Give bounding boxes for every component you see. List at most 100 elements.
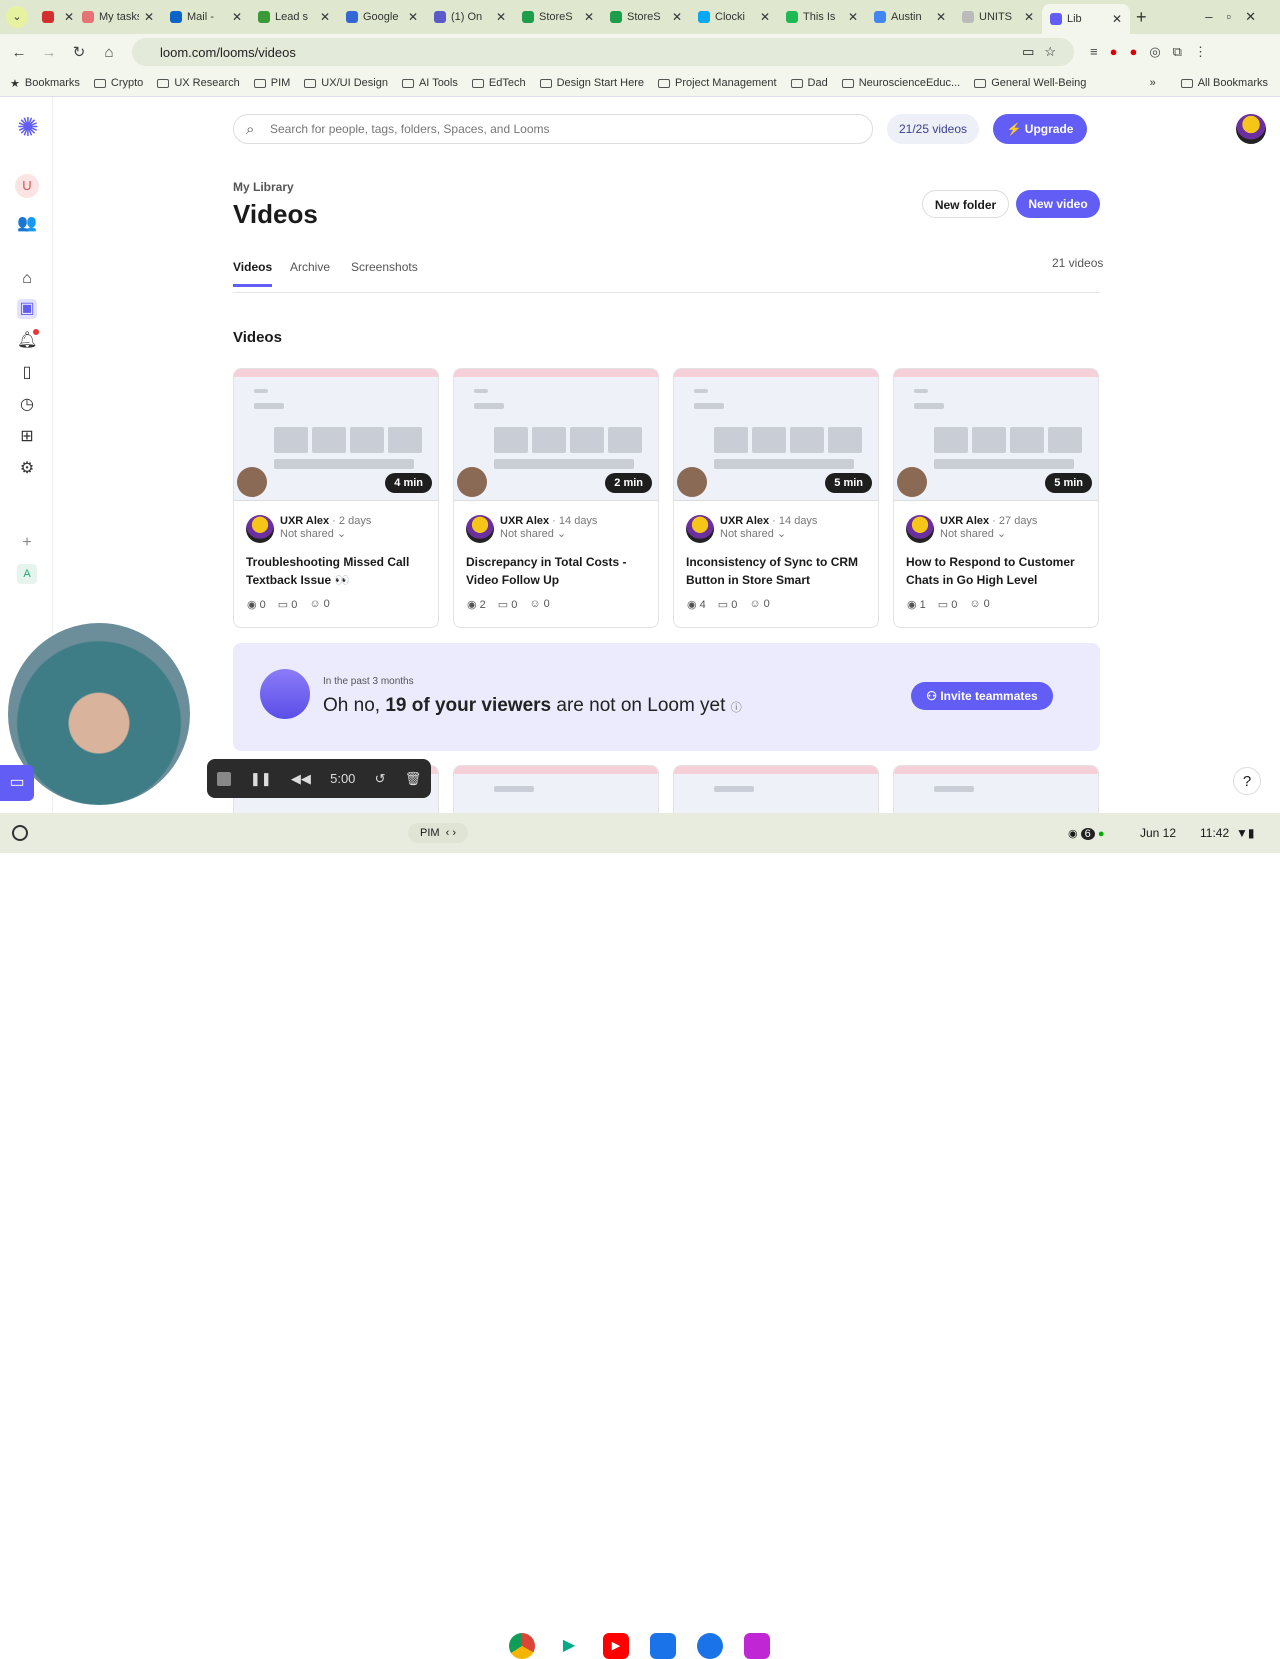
- bookmark-item[interactable]: ★ Bookmarks: [10, 77, 80, 90]
- browser-tab[interactable]: This Is ✕: [778, 4, 866, 30]
- workspace-avatar[interactable]: U: [15, 174, 39, 198]
- add-space-icon[interactable]: +: [17, 533, 37, 553]
- clock[interactable]: 11:42: [1200, 826, 1229, 840]
- video-title[interactable]: Inconsistency of Sync to CRM Button in S…: [686, 553, 871, 589]
- launcher-icon[interactable]: [12, 825, 28, 841]
- browser-tab[interactable]: Lib ✕: [1042, 4, 1130, 34]
- back-icon[interactable]: ←: [4, 44, 34, 61]
- loom-logo-icon[interactable]: ✺: [17, 114, 39, 140]
- close-tab-icon[interactable]: ✕: [232, 10, 242, 24]
- close-tab-icon[interactable]: ✕: [936, 10, 946, 24]
- wifi-battery-icon[interactable]: ▼▮: [1236, 826, 1254, 840]
- status-tray[interactable]: ◉ 6 ●: [1068, 827, 1105, 840]
- rewind-icon[interactable]: ◀◀: [291, 771, 311, 787]
- desk-switcher[interactable]: PIM ‹ ›: [408, 823, 469, 843]
- pause-icon[interactable]: ❚❚: [250, 771, 272, 787]
- camera-toggle-icon[interactable]: ▭: [0, 765, 34, 801]
- close-tab-icon[interactable]: ✕: [760, 10, 770, 24]
- breadcrumb[interactable]: My Library: [233, 180, 294, 194]
- messages-icon[interactable]: [697, 1633, 723, 1659]
- tab-search-button[interactable]: ⌄: [6, 6, 28, 28]
- new-video-button[interactable]: New video: [1016, 190, 1100, 218]
- youtube-icon[interactable]: ▶: [603, 1633, 629, 1659]
- video-thumbnail[interactable]: 5 min: [894, 369, 1098, 501]
- video-card[interactable]: 5 min UXR Alex · 27 days Not shared ⌄ How…: [893, 368, 1099, 628]
- video-thumbnail[interactable]: 5 min: [674, 369, 878, 501]
- gift-icon[interactable]: ⊞: [17, 427, 37, 447]
- close-tab-icon[interactable]: ✕: [848, 10, 858, 24]
- new-tab-button[interactable]: +: [1136, 7, 1147, 28]
- invite-teammates-button[interactable]: ⚇ Invite teammates: [911, 682, 1053, 710]
- video-thumbnail[interactable]: 2 min: [454, 369, 658, 501]
- app-icon[interactable]: [744, 1633, 770, 1659]
- browser-tab[interactable]: My tasks ✕: [74, 4, 162, 30]
- video-title[interactable]: Troubleshooting Missed Call Textback Iss…: [246, 553, 431, 589]
- bookmark-item[interactable]: General Well-Being: [974, 77, 1086, 89]
- bookmark-icon[interactable]: ▯: [17, 363, 37, 383]
- upgrade-button[interactable]: ⚡ Upgrade: [993, 114, 1087, 144]
- tab-screenshots[interactable]: Screenshots: [351, 260, 418, 284]
- video-quota-badge[interactable]: 21/25 videos: [887, 114, 979, 144]
- members-icon[interactable]: 👥: [17, 214, 37, 234]
- info-icon[interactable]: ⓘ: [731, 702, 742, 714]
- date[interactable]: Jun 12: [1140, 826, 1176, 840]
- library-icon[interactable]: ▣: [17, 299, 37, 319]
- bookmark-item[interactable]: AI Tools: [401, 77, 458, 89]
- forward-icon[interactable]: →: [34, 44, 64, 61]
- bookmark-item[interactable]: Design Start Here: [539, 77, 644, 89]
- notifications-icon[interactable]: 🔔︎: [17, 329, 39, 351]
- browser-tab[interactable]: StoreS ✕: [514, 4, 602, 30]
- sharing-dropdown[interactable]: Not shared ⌄: [500, 528, 566, 540]
- browser-tab[interactable]: Clocki ✕: [690, 4, 778, 30]
- delete-icon[interactable]: 🗑︎: [405, 771, 422, 787]
- history-icon[interactable]: ◷: [17, 395, 37, 415]
- browser-tab[interactable]: Mail - ✕: [162, 4, 250, 30]
- close-tab-icon[interactable]: ✕: [496, 10, 506, 24]
- bookmark-item[interactable]: EdTech: [471, 77, 526, 89]
- bookmark-item[interactable]: Dad: [790, 77, 828, 89]
- close-tab-icon[interactable]: ✕: [320, 10, 330, 24]
- sharing-dropdown[interactable]: Not shared ⌄: [720, 528, 786, 540]
- browser-tab[interactable]: ✕: [34, 4, 74, 30]
- browser-tab[interactable]: (1) On ✕: [426, 4, 514, 30]
- browser-tab[interactable]: UNITS ✕: [954, 4, 1042, 30]
- settings-icon[interactable]: ⚙: [17, 459, 37, 479]
- home-icon[interactable]: ⌂: [17, 269, 37, 289]
- bookmark-star-icon[interactable]: ▭☆: [1022, 44, 1066, 60]
- video-card[interactable]: 5 min UXR Alex · 14 days Not shared ⌄ Inc…: [673, 368, 879, 628]
- play-store-icon[interactable]: ▶: [556, 1633, 582, 1659]
- stop-icon[interactable]: [216, 771, 231, 786]
- extension-icons[interactable]: ≡●●◎⧉⋮: [1090, 44, 1219, 60]
- close-tab-icon[interactable]: ✕: [64, 10, 74, 24]
- video-title[interactable]: How to Respond to Customer Chats in Go H…: [906, 553, 1091, 589]
- bookmark-item[interactable]: Project Management: [658, 77, 777, 89]
- search-input[interactable]: ⌕ Search for people, tags, folders, Space…: [233, 114, 873, 144]
- close-tab-icon[interactable]: ✕: [408, 10, 418, 24]
- video-title[interactable]: Discrepancy in Total Costs - Video Follo…: [466, 553, 651, 589]
- close-tab-icon[interactable]: ✕: [1112, 12, 1122, 26]
- close-tab-icon[interactable]: ✕: [672, 10, 682, 24]
- bookmark-item[interactable]: UX/UI Design: [304, 77, 388, 89]
- bookmark-item[interactable]: NeuroscienceEduc...: [841, 77, 960, 89]
- bookmark-item[interactable]: Crypto: [93, 77, 143, 89]
- sharing-dropdown[interactable]: Not shared ⌄: [280, 528, 346, 540]
- window-controls[interactable]: –▫✕: [1205, 9, 1270, 25]
- bookmark-item[interactable]: UX Research: [157, 77, 240, 89]
- browser-tab[interactable]: Lead s ✕: [250, 4, 338, 30]
- close-tab-icon[interactable]: ✕: [144, 10, 154, 24]
- sharing-dropdown[interactable]: Not shared ⌄: [940, 528, 1006, 540]
- help-button[interactable]: ?: [1233, 767, 1261, 795]
- video-card[interactable]: 2 min UXR Alex · 14 days Not shared ⌄ Dis…: [453, 368, 659, 628]
- chrome-icon[interactable]: [509, 1633, 535, 1659]
- user-avatar[interactable]: [1236, 114, 1266, 144]
- close-tab-icon[interactable]: ✕: [584, 10, 594, 24]
- browser-tab[interactable]: Google ✕: [338, 4, 426, 30]
- browser-tab[interactable]: StoreS ✕: [602, 4, 690, 30]
- all-bookmarks[interactable]: » All Bookmarks: [1150, 77, 1268, 89]
- address-bar[interactable]: loom.com/looms/videos ▭☆: [132, 38, 1074, 66]
- video-thumbnail[interactable]: 4 min: [234, 369, 438, 501]
- new-folder-button[interactable]: New folder: [922, 190, 1009, 218]
- files-icon[interactable]: [650, 1633, 676, 1659]
- space-avatar[interactable]: A: [17, 564, 37, 584]
- restart-icon[interactable]: ↺: [375, 771, 386, 787]
